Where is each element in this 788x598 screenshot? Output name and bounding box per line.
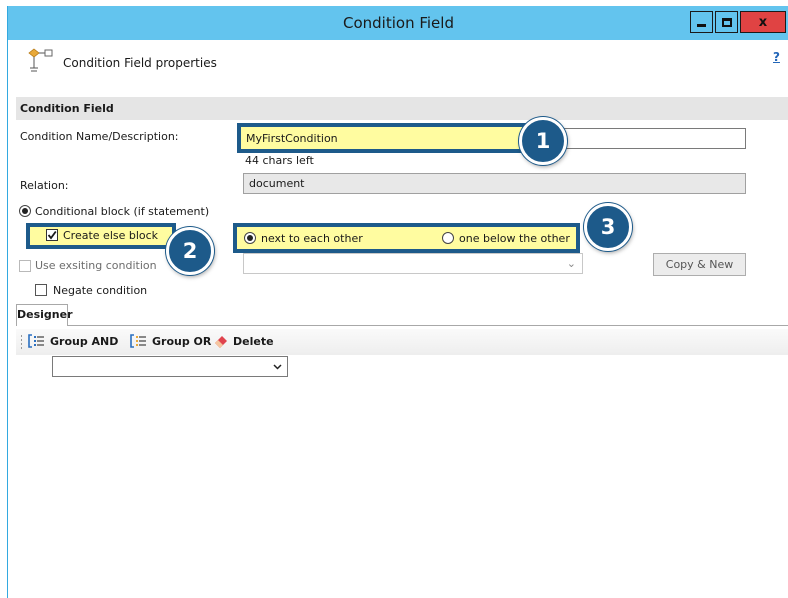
next-to-each-other-label: next to each other (261, 232, 363, 245)
relation-field: document (243, 173, 746, 194)
use-existing-label: Use exsiting condition (35, 259, 157, 272)
maximize-button[interactable] (715, 11, 738, 33)
group-and-label: Group AND (50, 334, 119, 348)
negate-checkbox[interactable] (35, 284, 47, 296)
tab-divider (67, 325, 788, 326)
create-else-label: Create else block (63, 229, 159, 242)
help-link[interactable]: ? (773, 50, 780, 64)
delete-button[interactable]: Delete (213, 334, 274, 348)
designer-toolbar: Group AND Group OR Delete (16, 329, 788, 355)
designer-field-select[interactable] (52, 356, 288, 377)
callout-badge-1: 1 (519, 117, 567, 165)
conditional-block-radio[interactable] (19, 205, 31, 217)
condition-name-value: MyFirstCondition (246, 132, 338, 145)
minimize-icon (697, 23, 706, 27)
one-below-other-radio[interactable] (442, 232, 454, 244)
title-bar[interactable]: Condition Field x (8, 6, 788, 40)
create-else-checkbox[interactable] (46, 229, 58, 241)
group-and-button[interactable]: Group AND (28, 334, 118, 348)
relation-label: Relation: (20, 179, 69, 192)
copy-new-button[interactable]: Copy & New (653, 253, 746, 276)
callout-badge-3: 3 (584, 203, 632, 251)
chars-left-text: 44 chars left (245, 154, 314, 167)
minimize-button[interactable] (690, 11, 713, 33)
close-icon: x (758, 14, 768, 30)
toolbar-grip-icon (21, 335, 22, 349)
callout-badge-2: 2 (166, 227, 214, 275)
eraser-icon (215, 336, 227, 348)
chevron-down-icon: ⌄ (566, 257, 576, 270)
condition-field-window: Condition Field x Condition Field proper… (7, 6, 788, 598)
condition-name-label: Condition Name/Description: (20, 130, 179, 143)
group-or-label: Group OR (152, 334, 212, 348)
close-button[interactable]: x (740, 11, 786, 33)
chevron-down-icon (273, 364, 282, 370)
group-or-button[interactable]: Group OR (130, 334, 211, 348)
tab-designer[interactable]: Designer (16, 304, 73, 326)
conditional-block-label: Conditional block (if statement) (35, 205, 210, 218)
existing-condition-select[interactable]: ⌄ (243, 253, 583, 274)
section-header: Condition Field (16, 97, 788, 120)
use-existing-checkbox[interactable] (19, 260, 31, 272)
negate-label: Negate condition (53, 284, 148, 297)
one-below-other-label: one below the other (459, 232, 570, 245)
page-title: Condition Field properties (63, 56, 217, 70)
maximize-icon (721, 17, 732, 27)
delete-label: Delete (233, 334, 274, 348)
group-and-icon (28, 334, 44, 348)
window-title: Condition Field (343, 14, 454, 32)
condition-field-icon (28, 48, 53, 72)
checkmark-icon (47, 230, 57, 240)
next-to-each-other-radio[interactable] (244, 232, 256, 244)
group-or-icon (130, 334, 146, 348)
